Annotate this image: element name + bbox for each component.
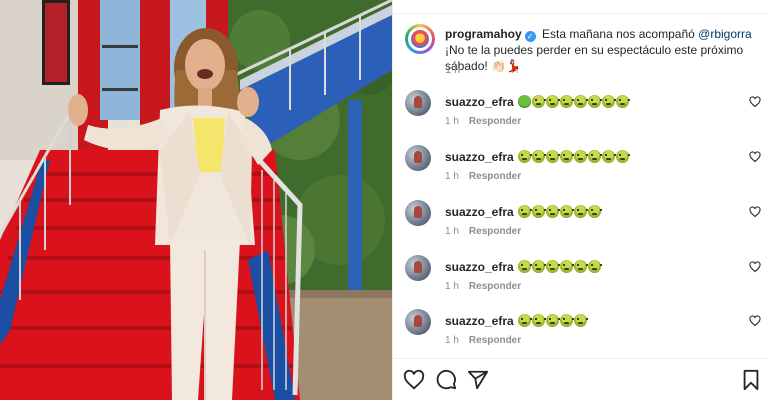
author-username[interactable]: programahoy [445,27,522,41]
sick-face-emoji-icon [531,95,546,108]
sick-face-emoji-icon [559,95,574,108]
comment-meta: 1 h Responder [445,171,521,182]
sick-face-emoji-icon [545,260,560,273]
comment-line: suazzo_efra [445,204,602,220]
reply-button[interactable]: Responder [469,116,521,127]
caption-timestamp[interactable]: 1 h [445,64,460,76]
sick-face-emoji-icon [587,205,602,218]
comment-icon[interactable] [435,369,457,391]
comment-emojis [517,95,630,108]
commenter-username[interactable]: suazzo_efra [445,314,514,328]
comment-line: suazzo_efra [445,313,588,329]
comment-timestamp[interactable]: 1 h [445,281,459,292]
commenter-username[interactable]: suazzo_efra [445,95,514,109]
sick-face-emoji-icon [587,260,602,273]
comment-row: suazzo_efra 1 h Responder [405,200,761,244]
sick-face-emoji-icon [517,150,532,163]
sick-face-emoji-icon [573,260,588,273]
caption-suffix: ¡No te la puedes perder en su espectácul… [445,43,744,73]
sick-face-emoji-icon [587,95,602,108]
green-face-emoji-icon [517,95,531,108]
commenter-avatar[interactable] [405,200,431,226]
caption-mention-link[interactable]: @rbigorra [698,27,752,41]
comment-timestamp[interactable]: 1 h [445,116,459,127]
sick-face-emoji-icon [559,314,574,327]
reply-button[interactable]: Responder [469,226,521,237]
comment-meta: 1 h Responder [445,335,521,346]
comment-emojis [517,205,602,218]
share-icon[interactable] [467,369,489,391]
sick-face-emoji-icon [573,205,588,218]
heart-icon[interactable] [403,369,425,391]
sick-face-emoji-icon [573,95,588,108]
action-bar [393,358,768,400]
sick-face-emoji-icon [559,150,574,163]
comment-timestamp[interactable]: 1 h [445,335,459,346]
sick-face-emoji-icon [531,314,546,327]
author-avatar[interactable] [405,24,435,54]
sick-face-emoji-icon [545,95,560,108]
commenter-username[interactable]: suazzo_efra [445,205,514,219]
sick-face-emoji-icon [587,150,602,163]
caption-emojis: 👏🏻💃🏻 [491,59,521,73]
caption-text: programahoy ✓ Esta mañana nos acompañó @r… [445,26,763,74]
reply-button[interactable]: Responder [469,335,521,346]
sick-face-emoji-icon [531,150,546,163]
sick-face-emoji-icon [601,150,616,163]
sick-face-emoji-icon [601,95,616,108]
comment-like-heart-icon[interactable] [749,96,761,108]
commenter-avatar[interactable] [405,309,431,335]
commenter-avatar[interactable] [405,255,431,281]
comment-like-heart-icon[interactable] [749,206,761,218]
comment-line: suazzo_efra [445,149,630,165]
comment-like-heart-icon[interactable] [749,261,761,273]
sick-face-emoji-icon [545,150,560,163]
comment-like-heart-icon[interactable] [749,315,761,327]
commenter-username[interactable]: suazzo_efra [445,260,514,274]
panel-top-divider [393,0,768,14]
reply-button[interactable]: Responder [469,281,521,292]
comment-emojis [517,150,630,163]
comment-emojis [517,260,602,273]
sick-face-emoji-icon [573,150,588,163]
comment-row: suazzo_efra 1 h Responder [405,255,761,299]
verified-badge-icon: ✓ [524,31,536,42]
sick-face-emoji-icon [559,205,574,218]
post-panel: programahoy ✓ Esta mañana nos acompañó @r… [392,0,768,400]
sick-face-emoji-icon [531,205,546,218]
sick-face-emoji-icon [517,260,532,273]
comment-like-heart-icon[interactable] [749,151,761,163]
comment-meta: 1 h Responder [445,116,521,127]
bookmark-icon[interactable] [740,369,762,391]
comment-meta: 1 h Responder [445,281,521,292]
sick-face-emoji-icon [559,260,574,273]
sick-face-emoji-icon [615,95,630,108]
sick-face-emoji-icon [615,150,630,163]
sick-face-emoji-icon [545,205,560,218]
sick-face-emoji-icon [517,205,532,218]
commenter-username[interactable]: suazzo_efra [445,150,514,164]
commenter-avatar[interactable] [405,90,431,116]
post-photo[interactable] [0,0,392,400]
comment-line: suazzo_efra [445,94,630,110]
comment-timestamp[interactable]: 1 h [445,226,459,237]
comment-emojis [517,314,588,327]
caption-prefix: Esta mañana nos acompañó [542,27,695,41]
reply-button[interactable]: Responder [469,171,521,182]
sick-face-emoji-icon [573,314,588,327]
comment-row: suazzo_efra 1 h Responder [405,90,761,134]
sick-face-emoji-icon [517,314,532,327]
commenter-avatar[interactable] [405,145,431,171]
sick-face-emoji-icon [545,314,560,327]
comment-row: suazzo_efra 1 h Responder [405,145,761,189]
comment-line: suazzo_efra [445,259,602,275]
comment-timestamp[interactable]: 1 h [445,171,459,182]
sick-face-emoji-icon [531,260,546,273]
comment-meta: 1 h Responder [445,226,521,237]
post-image [0,0,392,400]
comment-row: suazzo_efra 1 h Responder [405,309,761,353]
